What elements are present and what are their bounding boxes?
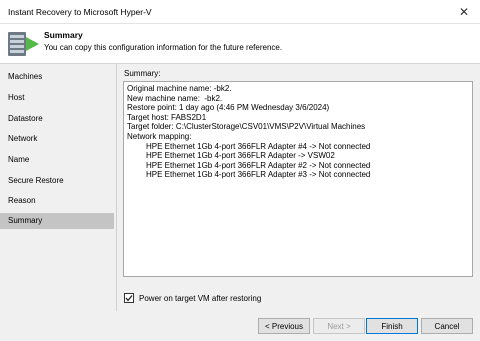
wizard-steps-sidebar: Machines Host Datastore Network Name Sec… [0,63,116,311]
page-description: You can copy this configuration informat… [44,43,283,52]
power-on-checkbox[interactable] [124,293,134,303]
close-icon[interactable]: ✕ [448,0,480,24]
summary-line: HPE Ethernet 1Gb 4-port 366FLR Adapter -… [146,151,335,161]
wizard-header: Summary You can copy this configuration … [0,25,480,63]
summary-line: Target folder: C:\ClusterStorage\CSV01\V… [127,122,366,132]
finish-button[interactable]: Finish [366,318,418,334]
summary-line: Restore point: 1 day ago (4:46 PM Wednes… [127,103,330,113]
summary-textbox[interactable]: Original machine name: -bk2. New machine … [123,81,473,277]
summary-line: Original machine name: -bk2. [127,84,232,93]
sidebar-item-machines[interactable]: Machines [0,69,114,85]
main-panel: Summary: Original machine name: -bk2. New… [116,63,480,311]
summary-line: HPE Ethernet 1Gb 4-port 366FLR Adapter #… [146,170,371,180]
next-button[interactable]: Next > [313,318,365,334]
checkmark-icon [125,295,133,302]
server-restore-icon [6,28,40,60]
page-title: Summary [44,30,83,40]
power-on-label: Power on target VM after restoring [139,293,262,303]
sidebar-item-summary[interactable]: Summary [0,213,114,229]
window-title: Instant Recovery to Microsoft Hyper-V [8,7,152,17]
summary-line: Target host: FABS2D1 [127,112,207,122]
sidebar-item-network[interactable]: Network [0,131,114,147]
sidebar-item-secure-restore[interactable]: Secure Restore [0,173,114,189]
summary-line: New machine name: -bk2. [127,93,223,103]
power-on-option[interactable]: Power on target VM after restoring [124,293,261,303]
title-bar: Instant Recovery to Microsoft Hyper-V ✕ [0,0,480,24]
sidebar-item-datastore[interactable]: Datastore [0,111,114,127]
previous-button[interactable]: < Previous [258,318,310,334]
sidebar-item-reason[interactable]: Reason [0,193,114,209]
summary-label: Summary: [124,69,161,78]
summary-line: HPE Ethernet 1Gb 4-port 366FLR Adapter #… [146,141,371,151]
sidebar-item-name[interactable]: Name [0,152,114,168]
cancel-button[interactable]: Cancel [421,318,473,334]
summary-line: HPE Ethernet 1Gb 4-port 366FLR Adapter #… [146,160,371,170]
sidebar-item-host[interactable]: Host [0,90,114,106]
wizard-footer: < Previous Next > Finish Cancel [0,311,480,341]
summary-line: Network mapping: [127,131,192,141]
